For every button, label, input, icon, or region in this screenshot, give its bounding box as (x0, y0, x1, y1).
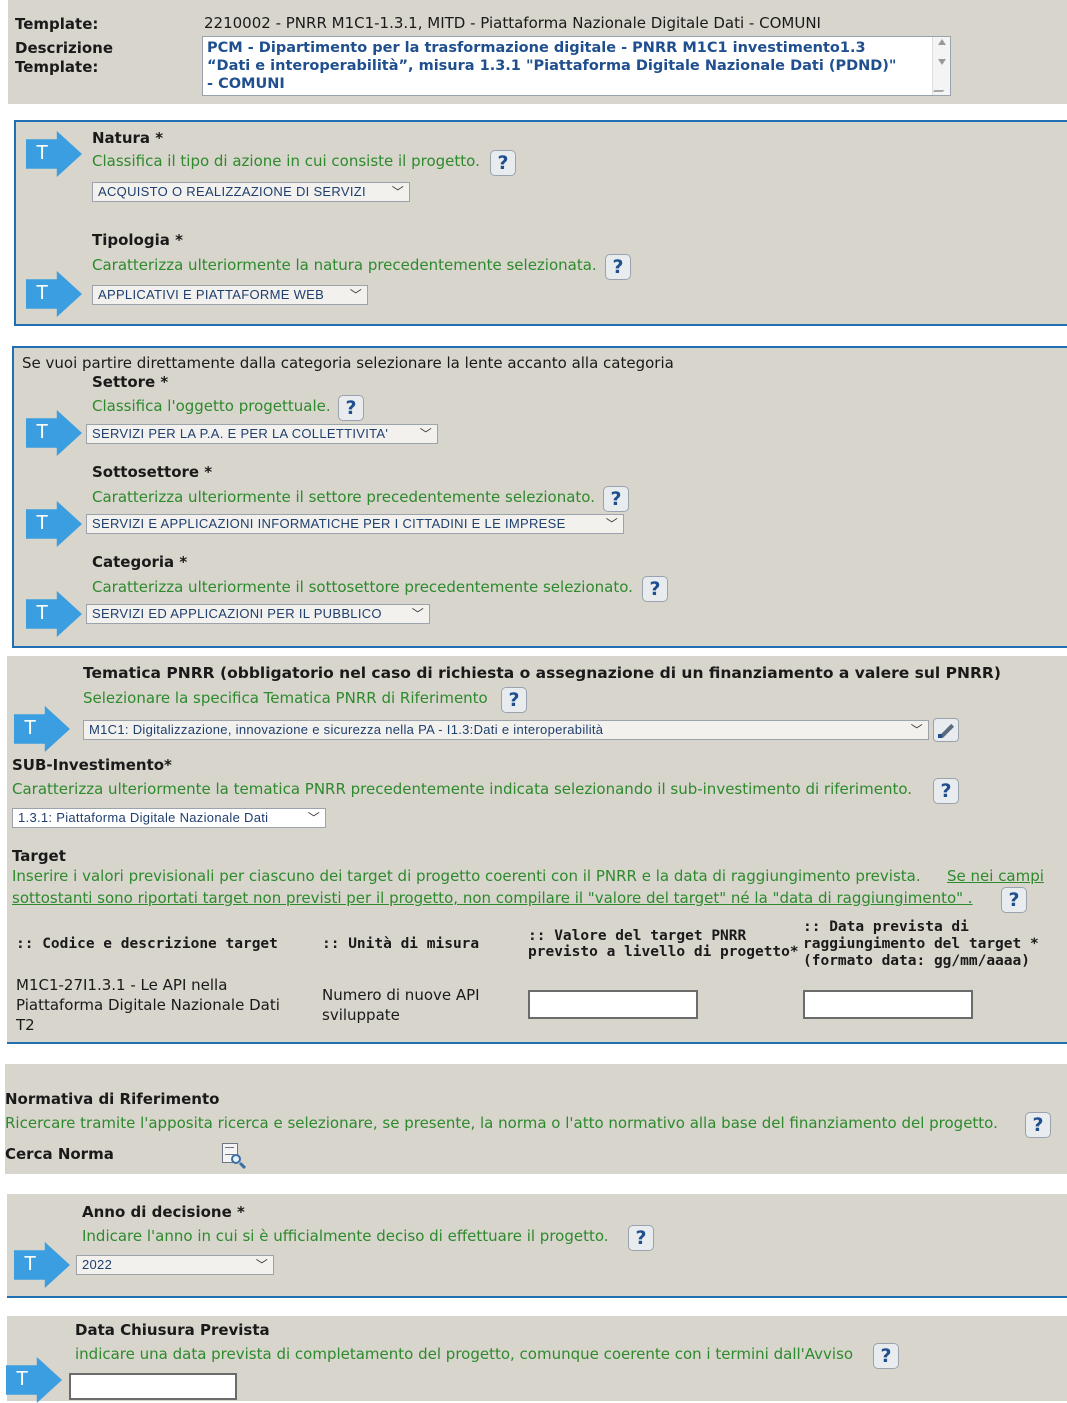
target-row-unita-1: Numero di nuove API (322, 986, 480, 1004)
help-icon[interactable]: ? (642, 576, 668, 602)
settore-select[interactable]: SERVIZI PER LA P.A. E PER LA COLLETTIVIT… (86, 424, 438, 444)
category-intro: Se vuoi partire direttamente dalla categ… (22, 354, 674, 372)
top-clipped-text (14, 0, 194, 2)
anno-hint: Indicare l'anno in cui si è ufficialment… (82, 1227, 609, 1245)
sub-investimento-label: SUB-Investimento* (12, 756, 172, 774)
target-link-1[interactable]: Se nei campi (947, 867, 1044, 885)
sub-investimento-hint: Caratterizza ulteriormente la tematica P… (12, 780, 913, 798)
help-icon[interactable]: ? (338, 395, 364, 421)
pencil-body (939, 723, 955, 739)
help-icon[interactable]: ? (501, 687, 527, 713)
target-row-codice-1: M1C1-27I1.3.1 - Le API nella (16, 976, 228, 994)
cerca-norma-label: Cerca Norma (5, 1145, 114, 1163)
textarea-scrollbar[interactable] (932, 37, 950, 95)
categoria-select-value: SERVIZI ED APPLICAZIONI PER IL PUBBLICO (92, 606, 382, 621)
separator (7, 1055, 1067, 1057)
desc-line-3: - COMUNI (207, 76, 285, 92)
col-data-header-2: raggiungimento del target * (803, 936, 1039, 952)
target-hint: Inserire i valori previsionali per ciasc… (12, 867, 921, 885)
descrizione-label: Descrizione (15, 39, 114, 57)
anno-select-value: 2022 (82, 1257, 113, 1272)
target-valore-input[interactable] (528, 990, 698, 1019)
chevron-down-icon: ﹀ (411, 607, 424, 621)
settore-label: Settore * (92, 373, 169, 391)
template-value: 2210002 - PNRR M1C1-1.3.1, MITD - Piatta… (204, 14, 821, 32)
chevron-down-icon: ﹀ (419, 427, 432, 441)
template-label: Template: (15, 15, 99, 33)
desc-line-1: PCM - Dipartimento per la trasformazione… (207, 40, 866, 56)
magnifier-handle (238, 1161, 247, 1170)
tematica-label: Tematica PNRR (obbligatorio nel caso di … (83, 664, 1001, 682)
chevron-down-icon: ﹀ (349, 288, 362, 302)
tematica-select-value: M1C1: Digitalizzazione, innovazione e si… (89, 722, 604, 737)
sub-investimento-select[interactable]: 1.3.1: Piattaforma Digitale Nazionale Da… (12, 808, 326, 828)
natura-select[interactable]: ACQUISTO O REALIZZAZIONE DI SERVIZI ﹀ (92, 182, 410, 202)
sottosettore-select-value: SERVIZI E APPLICAZIONI INFORMATICHE PER … (92, 516, 566, 531)
categoria-label: Categoria * (92, 553, 188, 571)
col-data-header-3: (formato data: gg/mm/aaaa) (803, 953, 1030, 969)
chiusura-hint: indicare una data prevista di completame… (75, 1345, 854, 1363)
help-icon[interactable]: ? (1001, 887, 1027, 913)
categoria-hint: Caratterizza ulteriormente il sottosetto… (92, 578, 633, 596)
chiusura-label: Data Chiusura Prevista (75, 1321, 270, 1339)
col-data-header-1: :: Data prevista di (803, 919, 969, 935)
normativa-hint: Ricercare tramite l'apposita ricerca e s… (5, 1114, 998, 1132)
separator (14, 336, 1067, 338)
sottosettore-select[interactable]: SERVIZI E APPLICAZIONI INFORMATICHE PER … (86, 514, 624, 534)
sub-investimento-select-value: 1.3.1: Piattaforma Digitale Nazionale Da… (18, 810, 269, 825)
col-valore-header-2: previsto a livello di progetto* (528, 944, 799, 960)
help-icon[interactable]: ? (933, 778, 959, 804)
categoria-select[interactable]: SERVIZI ED APPLICAZIONI PER IL PUBBLICO … (86, 604, 430, 624)
sottosettore-hint: Caratterizza ulteriormente il settore pr… (92, 488, 595, 506)
natura-label: Natura * (92, 129, 164, 147)
help-icon[interactable]: ? (1025, 1112, 1051, 1138)
tipologia-hint: Caratterizza ulteriormente la natura pre… (92, 256, 597, 274)
descrizione-textarea[interactable]: PCM - Dipartimento per la trasformazione… (202, 36, 951, 96)
pencil-icon[interactable] (933, 718, 959, 742)
target-row-unita-2: sviluppate (322, 1006, 400, 1024)
sottosettore-label: Sottosettore * (92, 463, 213, 481)
col-unita-header: :: Unità di misura (322, 936, 480, 952)
scroll-down-icon[interactable] (938, 59, 946, 65)
target-row-codice-3: T2 (16, 1016, 35, 1034)
normativa-label: Normativa di Riferimento (5, 1090, 220, 1108)
tematica-select[interactable]: M1C1: Digitalizzazione, innovazione e si… (83, 720, 929, 740)
tipologia-select[interactable]: APPLICATIVI E PIATTAFORME WEB ﹀ (92, 285, 368, 305)
chevron-down-icon: ﹀ (307, 811, 320, 825)
tipologia-select-value: APPLICATIVI E PIATTAFORME WEB (98, 287, 325, 302)
scroll-up-icon[interactable] (938, 39, 946, 45)
help-icon[interactable]: ? (603, 486, 629, 512)
pencil-tip (938, 734, 942, 738)
col-valore-header-1: :: Valore del target PNRR (528, 928, 747, 944)
target-label: Target (12, 847, 66, 865)
resize-handle-icon[interactable] (932, 82, 950, 92)
target-data-input[interactable] (803, 990, 973, 1019)
anno-select[interactable]: 2022 ﹀ (76, 1255, 274, 1275)
help-icon[interactable]: ? (628, 1225, 654, 1251)
help-icon[interactable]: ? (873, 1343, 899, 1369)
separator (14, 110, 1067, 112)
tematica-hint: Selezionare la specifica Tematica PNRR d… (83, 689, 488, 707)
natura-select-value: ACQUISTO O REALIZZAZIONE DI SERVIZI (98, 184, 366, 199)
chevron-down-icon: ﹀ (255, 1258, 268, 1272)
target-link-2[interactable]: sottostanti sono riportati target non pr… (12, 889, 973, 907)
separator (7, 1185, 1067, 1187)
chevron-down-icon: ﹀ (910, 723, 923, 737)
chevron-down-icon: ﹀ (391, 185, 404, 199)
target-row-codice-2: Piattaforma Digitale Nazionale Dati (16, 996, 280, 1014)
separator (7, 1308, 1067, 1310)
natura-hint: Classifica il tipo di azione in cui cons… (92, 152, 480, 170)
anno-label: Anno di decisione * (82, 1203, 245, 1221)
col-codice-header: :: Codice e descrizione target (16, 936, 278, 952)
tipologia-label: Tipologia * (92, 231, 183, 249)
help-icon[interactable]: ? (605, 254, 631, 280)
descrizione-label-2: Template: (15, 58, 99, 76)
desc-line-2: “Dati e interoperabilità”, misura 1.3.1 … (207, 58, 897, 74)
settore-hint: Classifica l'oggetto progettuale. (92, 397, 331, 415)
help-icon[interactable]: ? (490, 150, 516, 176)
chevron-down-icon: ﹀ (605, 517, 618, 531)
chiusura-date-input[interactable] (69, 1373, 237, 1400)
search-document-icon[interactable] (222, 1143, 247, 1170)
settore-select-value: SERVIZI PER LA P.A. E PER LA COLLETTIVIT… (92, 426, 389, 441)
